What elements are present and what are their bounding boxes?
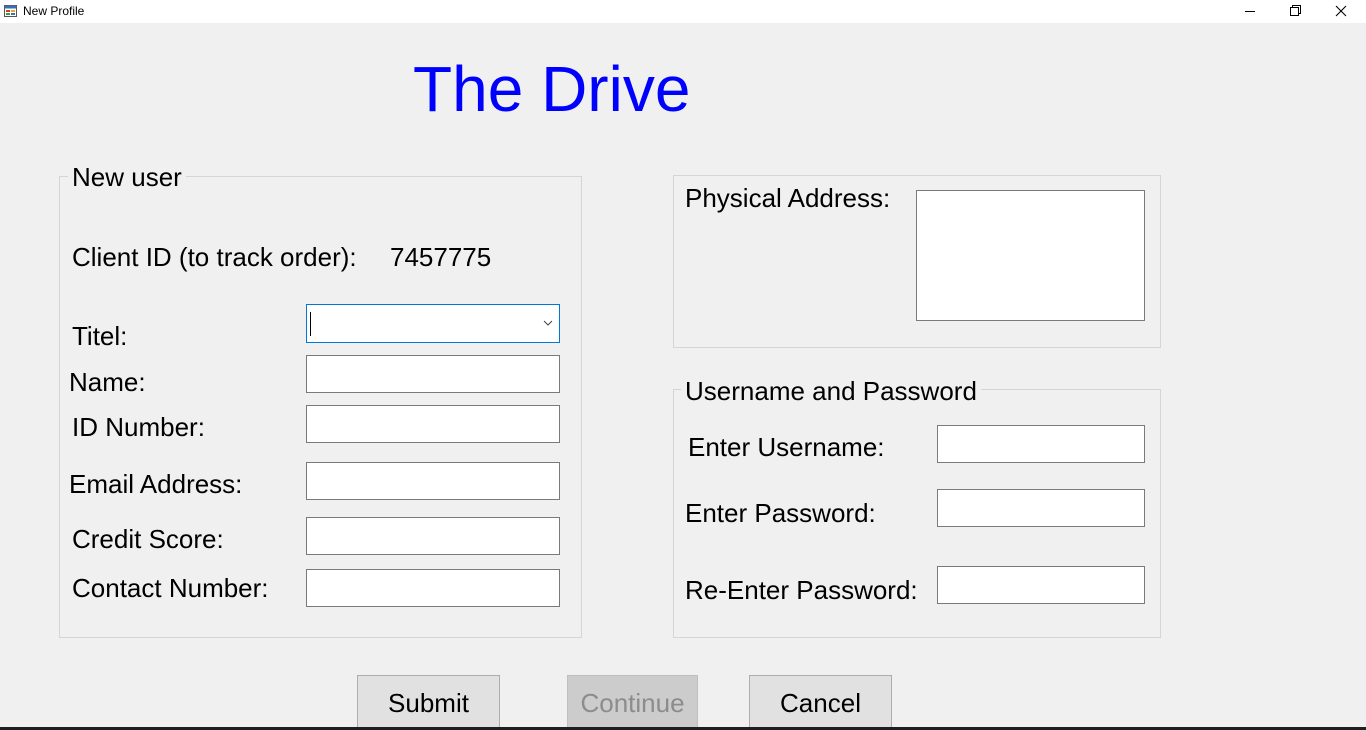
password-input[interactable]	[937, 489, 1145, 527]
reenter-password-input[interactable]	[937, 566, 1145, 604]
credit-score-label: Credit Score:	[72, 524, 224, 554]
close-button[interactable]	[1318, 0, 1364, 23]
email-input[interactable]	[306, 462, 560, 500]
window-title: New Profile	[23, 4, 85, 18]
email-label: Email Address:	[69, 469, 243, 499]
contact-number-input[interactable]	[306, 569, 560, 607]
close-icon	[1335, 5, 1347, 17]
contact-number-label: Contact Number:	[72, 573, 269, 603]
client-id-value: 7457775	[390, 242, 492, 272]
cancel-button[interactable]: Cancel	[749, 675, 892, 730]
restore-icon	[1290, 5, 1301, 16]
credentials-legend: Username and Password	[681, 376, 981, 406]
credit-score-input[interactable]	[306, 517, 560, 555]
client-id-label: Client ID (to track order):	[72, 242, 357, 272]
minimize-button[interactable]	[1227, 0, 1273, 23]
new-profile-window: New Profile The Drive New user Client ID…	[0, 0, 1366, 730]
title-dropdown[interactable]	[306, 304, 560, 343]
title-label: Titel:	[72, 321, 128, 351]
password-label: Enter Password:	[685, 498, 876, 528]
maximize-button[interactable]	[1272, 0, 1318, 23]
id-number-input[interactable]	[306, 405, 560, 443]
new-user-legend: New user	[68, 162, 186, 192]
reenter-password-label: Re-Enter Password:	[685, 575, 918, 605]
name-label: Name:	[69, 367, 146, 397]
chevron-down-icon	[543, 320, 553, 326]
id-number-label: ID Number:	[72, 412, 205, 442]
text-caret	[310, 312, 311, 336]
form-app-icon	[4, 5, 17, 17]
title-bar: New Profile	[0, 0, 1366, 23]
app-heading: The Drive	[413, 53, 691, 125]
physical-address-label: Physical Address:	[685, 183, 891, 213]
username-label: Enter Username:	[688, 432, 885, 462]
physical-address-input[interactable]	[916, 190, 1145, 321]
minimize-icon	[1245, 11, 1255, 12]
username-input[interactable]	[937, 425, 1145, 463]
name-input[interactable]	[306, 355, 560, 393]
submit-button[interactable]: Submit	[357, 675, 500, 730]
continue-button[interactable]: Continue	[567, 675, 698, 730]
